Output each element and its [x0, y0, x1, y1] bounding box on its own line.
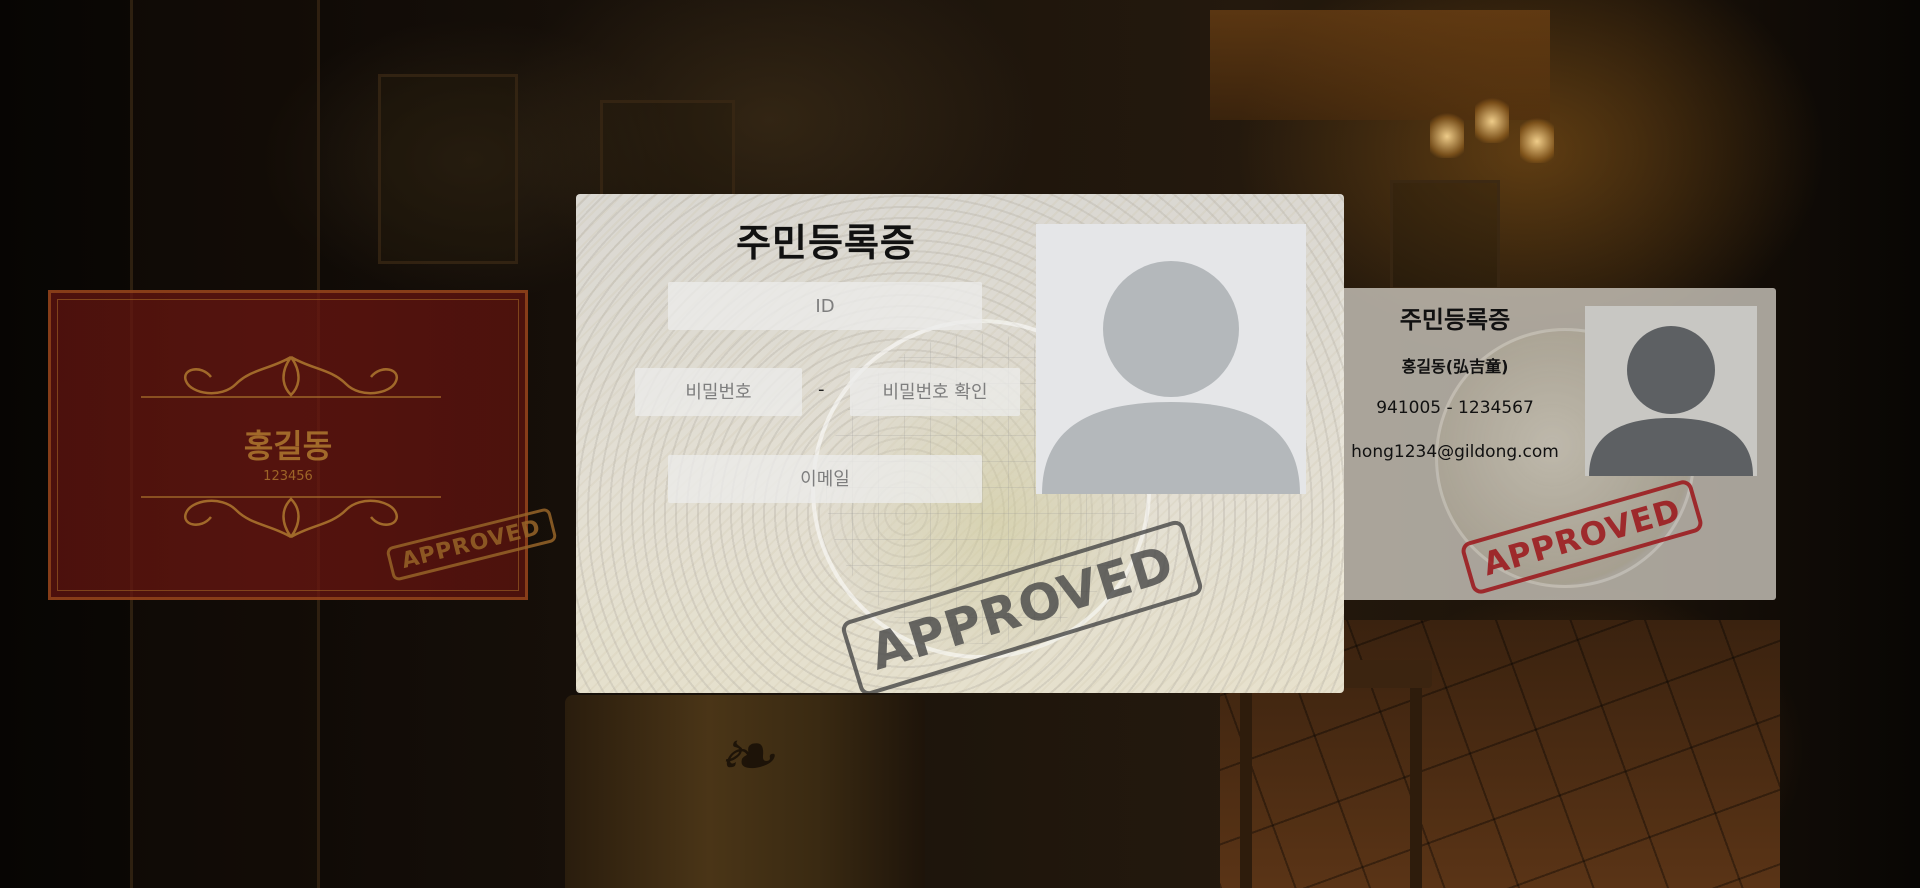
background-lamp: [1475, 95, 1509, 143]
id-input[interactable]: [668, 282, 982, 330]
resident-registration-number: 941005 - 1234567: [1376, 398, 1534, 418]
profile-photo: [1585, 306, 1757, 476]
avatar-placeholder-icon: [1589, 326, 1753, 476]
password-separator: -: [818, 379, 825, 400]
background-barrel: ❧: [565, 695, 925, 888]
background-chair-leg: [1240, 688, 1252, 888]
left-card[interactable]: 홍길동 123456 APPROVED: [48, 290, 558, 600]
registration-form-card: 주민등록증 - APPROVED: [576, 194, 1344, 693]
card-holder-name: 홍길동: [243, 427, 333, 465]
email-input[interactable]: [668, 455, 982, 503]
password-confirm-input[interactable]: [850, 368, 1020, 416]
card-code: 123456: [263, 469, 313, 484]
background-lamp: [1520, 115, 1554, 163]
form-title: 주민등록증: [736, 221, 916, 265]
ornament-top-icon: [141, 355, 441, 398]
background-banner: [1210, 10, 1550, 120]
background-frame-left: [378, 74, 518, 264]
profile-photo[interactable]: [1036, 224, 1306, 494]
holder-name: 홍길동(弘吉童): [1401, 357, 1509, 376]
background-frame-right: [1390, 180, 1500, 290]
avatar-placeholder-icon: [1042, 261, 1300, 494]
background-chair-leg: [1410, 688, 1422, 888]
password-input[interactable]: [635, 368, 802, 416]
background-lamp: [1430, 110, 1464, 158]
right-id-card[interactable]: 주민등록증 홍길동(弘吉童) 941005 - 1234567 hong1234…: [1340, 288, 1776, 600]
holder-email: hong1234@gildong.com: [1351, 442, 1559, 462]
ornament-bottom-icon: [141, 496, 441, 539]
card-title: 주민등록증: [1399, 306, 1511, 334]
